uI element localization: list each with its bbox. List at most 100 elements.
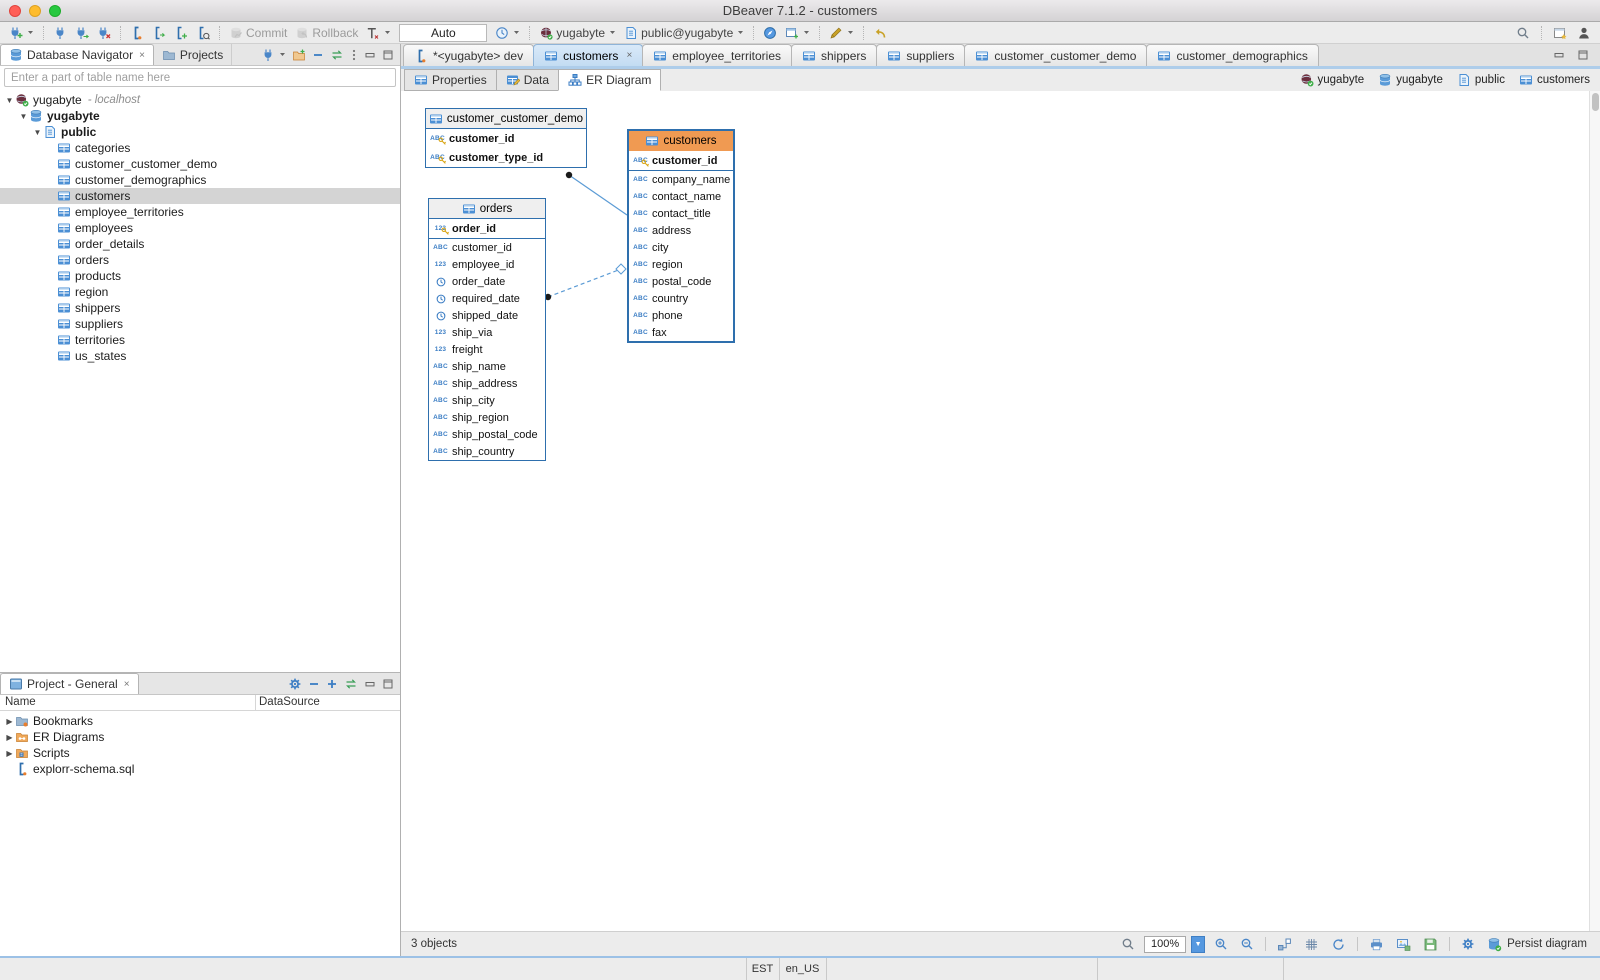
editor-tab-suppliers[interactable]: suppliers bbox=[876, 44, 965, 66]
column-region[interactable]: ABCregion bbox=[629, 256, 733, 273]
open-sql-console-button[interactable] bbox=[193, 25, 213, 41]
column-customer_id[interactable]: ABCcustomer_id bbox=[426, 129, 586, 148]
tree-item-employees[interactable]: employees bbox=[0, 220, 400, 236]
tree-item-region[interactable]: region bbox=[0, 284, 400, 300]
zoom-combo-dropdown-button[interactable]: ▼ bbox=[1191, 936, 1205, 953]
zoom-level-combo[interactable]: 100% bbox=[1144, 936, 1186, 953]
collapse-all-button[interactable] bbox=[312, 49, 324, 61]
column-employee_id[interactable]: 123employee_id bbox=[429, 256, 545, 273]
column-ship_postal_code[interactable]: ABCship_postal_code bbox=[429, 426, 545, 443]
close-view-icon[interactable]: × bbox=[139, 50, 145, 61]
column-city[interactable]: ABCcity bbox=[629, 239, 733, 256]
table-filter-input[interactable] bbox=[4, 68, 396, 87]
arrange-diagram-button[interactable] bbox=[1274, 936, 1295, 953]
connect-datasource-button[interactable] bbox=[261, 48, 286, 62]
column-order_date[interactable]: order_date bbox=[429, 273, 545, 290]
expander-icon[interactable]: ▶ bbox=[4, 717, 15, 726]
column-ship_country[interactable]: ABCship_country bbox=[429, 443, 545, 460]
settings-button[interactable] bbox=[288, 677, 302, 691]
link-with-editor-button[interactable] bbox=[330, 48, 344, 62]
expander-icon[interactable]: ▼ bbox=[4, 96, 15, 105]
tools-menu-button[interactable] bbox=[826, 25, 857, 41]
column-country[interactable]: ABCcountry bbox=[629, 290, 733, 307]
column-customer_id[interactable]: ABCcustomer_id bbox=[629, 151, 733, 170]
column-ship_city[interactable]: ABCship_city bbox=[429, 392, 545, 409]
entity-customers[interactable]: customersABCcustomer_idABCcompany_nameAB… bbox=[627, 129, 735, 343]
column-customer_id[interactable]: ABCcustomer_id bbox=[429, 239, 545, 256]
column-phone[interactable]: ABCphone bbox=[629, 307, 733, 324]
expander-icon[interactable]: ▼ bbox=[32, 128, 43, 137]
connect-button[interactable] bbox=[50, 25, 70, 41]
rollback-button[interactable]: Rollback bbox=[292, 25, 361, 41]
entity-header[interactable]: customers bbox=[629, 131, 733, 151]
expander-icon[interactable]: ▼ bbox=[18, 112, 29, 121]
commit-button[interactable]: Commit bbox=[226, 25, 290, 41]
maximize-editor-button[interactable] bbox=[1574, 48, 1592, 62]
tree-item-public[interactable]: ▼public bbox=[0, 124, 400, 140]
persist-diagram-button[interactable]: Persist diagram bbox=[1484, 936, 1590, 953]
editor-tab-customers[interactable]: customers× bbox=[533, 44, 643, 66]
active-datasource-button[interactable]: yugabyte bbox=[536, 25, 619, 41]
column-shipped_date[interactable]: shipped_date bbox=[429, 307, 545, 324]
transaction-mode-button[interactable] bbox=[363, 25, 394, 41]
column-contact_name[interactable]: ABCcontact_name bbox=[629, 188, 733, 205]
commit-mode-combo[interactable]: Auto bbox=[399, 24, 487, 42]
subtab-data[interactable]: Data bbox=[496, 69, 559, 91]
new-folder-button[interactable] bbox=[292, 48, 306, 62]
column-required_date[interactable]: required_date bbox=[429, 290, 545, 307]
perspective-button[interactable] bbox=[1574, 25, 1594, 41]
column-ship_via[interactable]: 123ship_via bbox=[429, 324, 545, 341]
print-diagram-button[interactable] bbox=[1366, 936, 1387, 953]
reconnect-button[interactable] bbox=[72, 25, 92, 41]
subtab-properties[interactable]: Properties bbox=[404, 69, 497, 91]
editor-tab--yugabyte-dev[interactable]: *<yugabyte> dev bbox=[403, 44, 534, 66]
entity-header[interactable]: orders bbox=[429, 199, 545, 219]
tree-item-order_details[interactable]: order_details bbox=[0, 236, 400, 252]
tree-item-yugabyte[interactable]: ▼yugabyte- localhost bbox=[0, 92, 400, 108]
canvas-vertical-scrollbar[interactable] bbox=[1589, 91, 1600, 931]
tree-item-customers[interactable]: customers bbox=[0, 188, 400, 204]
new-connection-button[interactable] bbox=[6, 25, 37, 41]
project-item-er-diagrams[interactable]: ▶ER Diagrams bbox=[0, 729, 400, 745]
er-diagram-canvas[interactable]: customer_customer_demoABCcustomer_idABCc… bbox=[401, 91, 1600, 931]
tree-item-categories[interactable]: categories bbox=[0, 140, 400, 156]
tree-item-products[interactable]: products bbox=[0, 268, 400, 284]
breadcrumb-yugabyte[interactable]: yugabyte bbox=[1378, 73, 1443, 87]
column-freight[interactable]: 123freight bbox=[429, 341, 545, 358]
subtab-er-diagram[interactable]: ER Diagram bbox=[558, 69, 661, 91]
project-item-scripts[interactable]: ▶Scripts bbox=[0, 745, 400, 761]
open-editor-button[interactable] bbox=[782, 25, 813, 41]
zoom-in-button[interactable] bbox=[1211, 936, 1231, 952]
column-customer_type_id[interactable]: ABCcustomer_type_id bbox=[426, 148, 586, 167]
view-tab-database-navigator[interactable]: Database Navigator× bbox=[0, 44, 154, 65]
column-order_id[interactable]: 123order_id bbox=[429, 219, 545, 238]
breadcrumb-customers[interactable]: customers bbox=[1519, 73, 1590, 87]
project-item-bookmarks[interactable]: ▶Bookmarks bbox=[0, 713, 400, 729]
scrollbar-thumb[interactable] bbox=[1592, 93, 1599, 111]
entity-orders[interactable]: orders123order_idABCcustomer_id123employ… bbox=[428, 198, 546, 461]
column-postal_code[interactable]: ABCpostal_code bbox=[629, 273, 733, 290]
new-sql-script-button[interactable] bbox=[171, 25, 191, 41]
column-contact_title[interactable]: ABCcontact_title bbox=[629, 205, 733, 222]
maximize-view-button[interactable] bbox=[382, 678, 394, 690]
column-fax[interactable]: ABCfax bbox=[629, 324, 733, 341]
view-tab-project-general[interactable]: Project - General× bbox=[0, 673, 139, 694]
tree-item-employee_territories[interactable]: employee_territories bbox=[0, 204, 400, 220]
breadcrumb-public[interactable]: public bbox=[1457, 73, 1505, 87]
minimize-view-button[interactable] bbox=[364, 49, 376, 61]
collapse-all-button[interactable] bbox=[308, 678, 320, 690]
tree-item-shippers[interactable]: shippers bbox=[0, 300, 400, 316]
editor-tab-employee-territories[interactable]: employee_territories bbox=[642, 44, 792, 66]
minimize-editor-button[interactable] bbox=[1550, 48, 1568, 62]
entity-customer_customer_demo[interactable]: customer_customer_demoABCcustomer_idABCc… bbox=[425, 108, 587, 168]
back-button[interactable] bbox=[870, 25, 890, 41]
tree-item-us_states[interactable]: us_states bbox=[0, 348, 400, 364]
tree-item-customer_demographics[interactable]: customer_demographics bbox=[0, 172, 400, 188]
column-ship_address[interactable]: ABCship_address bbox=[429, 375, 545, 392]
navigate-object-button[interactable] bbox=[760, 25, 780, 41]
refresh-diagram-button[interactable] bbox=[1328, 936, 1349, 953]
column-address[interactable]: ABCaddress bbox=[629, 222, 733, 239]
view-tab-projects[interactable]: Projects bbox=[154, 44, 232, 65]
close-view-icon[interactable]: × bbox=[124, 679, 130, 690]
entity-header[interactable]: customer_customer_demo bbox=[426, 109, 586, 129]
